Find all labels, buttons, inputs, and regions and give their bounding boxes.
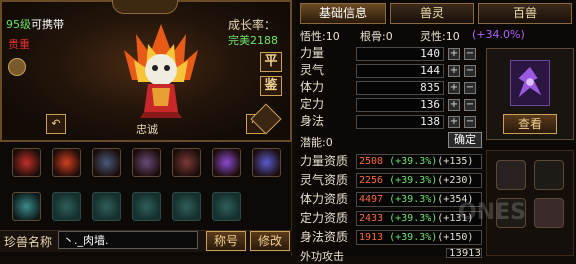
tiger-skill-icon[interactable]: [12, 192, 41, 221]
shadow-skill-icon[interactable]: [172, 148, 201, 177]
aptitude-bonus: (+150): [437, 232, 474, 243]
empty-slot-icon[interactable]: [172, 192, 201, 221]
aptitude-percent: (+39.3%): [383, 232, 438, 243]
aptitude-label: 力量资质: [300, 154, 349, 168]
potential-points: 潜能:0: [300, 136, 333, 149]
equipment-slot-icon[interactable]: [496, 160, 526, 190]
decrease-button[interactable]: −: [464, 65, 476, 77]
tab-beast-spirit[interactable]: 兽灵: [390, 3, 474, 24]
attribute-label: 定力: [300, 97, 325, 111]
attribute-value: 138: [356, 115, 444, 129]
title-button[interactable]: 称号: [206, 231, 246, 251]
confirm-button[interactable]: 确定: [448, 132, 482, 148]
aptitude-percent: (+39.3%): [383, 156, 438, 167]
view-button[interactable]: 查看: [503, 114, 557, 134]
increase-button[interactable]: +: [448, 99, 460, 111]
aptitude-label: 身法资质: [300, 230, 349, 244]
claw-skill-icon[interactable]: [252, 148, 281, 177]
decrease-button[interactable]: −: [464, 99, 476, 111]
aptitude-percent: (+39.3%): [383, 194, 438, 205]
aptitude-value: 2508 (+39.3%)(+135): [356, 154, 482, 169]
increase-button[interactable]: +: [448, 65, 460, 77]
spirituality-bonus: (+34.0%): [472, 28, 525, 41]
increase-button[interactable]: +: [448, 82, 460, 94]
pet-name-input[interactable]: [58, 231, 198, 249]
empty-slot-icon[interactable]: [92, 192, 121, 221]
increase-button[interactable]: +: [448, 116, 460, 128]
aptitude-percent: (+39.3%): [383, 213, 438, 224]
bag-icon[interactable]: [8, 58, 26, 76]
pet-name-label: 珍兽名称: [4, 235, 53, 249]
demon-skill-icon[interactable]: [132, 148, 161, 177]
outer-attack-label: 外功攻击: [300, 250, 344, 263]
spirit-card-icon: [510, 60, 550, 106]
tab-hundred-beasts[interactable]: 百兽: [478, 3, 572, 24]
appraise-button[interactable]: 鉴: [260, 76, 282, 96]
aptitude-label: 灵气资质: [300, 173, 349, 187]
growth-label: 成长率：: [228, 18, 277, 32]
aptitude-value: 1913 (+39.3%)(+150): [356, 230, 482, 245]
pet-sprite: [124, 24, 198, 118]
attribute-value: 136: [356, 98, 444, 112]
attribute-label: 身法: [300, 114, 325, 128]
empty-slot-icon[interactable]: [132, 192, 161, 221]
outer-attack-value: 13913: [446, 248, 482, 259]
attribute-label: 灵气: [300, 63, 325, 77]
aptitude-percent: (+39.3%): [383, 175, 438, 186]
equipment-slot-icon[interactable]: [534, 198, 564, 228]
empty-slot-icon[interactable]: [212, 192, 241, 221]
pet-level: 95级: [6, 18, 31, 31]
fire-skill-icon[interactable]: [12, 148, 41, 177]
root-bone-value: 根骨:0: [360, 30, 393, 43]
pet-rarity: 贵重: [8, 38, 30, 51]
rotate-left-button[interactable]: ↶: [46, 114, 66, 134]
decrease-button[interactable]: −: [464, 82, 476, 94]
attribute-label: 体力: [300, 80, 325, 94]
bow-skill-icon[interactable]: [52, 148, 81, 177]
aptitude-label: 体力资质: [300, 192, 349, 206]
aptitude-base: 2433: [359, 213, 384, 224]
attribute-value: 144: [356, 64, 444, 78]
empty-slot-icon[interactable]: [52, 192, 81, 221]
spirituality-value: 灵性:10: [420, 30, 460, 43]
aptitude-base: 4497: [359, 194, 384, 205]
attribute-value: 835: [356, 81, 444, 95]
equipment-slot-icon[interactable]: [534, 160, 564, 190]
attribute-value: 140: [356, 47, 444, 61]
watermark: ONES: [458, 200, 526, 225]
aptitude-label: 定力资质: [300, 211, 349, 225]
decrease-button[interactable]: −: [464, 116, 476, 128]
aptitude-value: 2256 (+39.3%)(+230): [356, 173, 482, 188]
tab-basic-info[interactable]: 基础信息: [300, 3, 386, 24]
aptitude-base: 2508: [359, 156, 384, 167]
pet-carry-status: 可携带: [31, 18, 64, 31]
decrease-button[interactable]: −: [464, 48, 476, 60]
aptitude-base: 2256: [359, 175, 384, 186]
attribute-label: 力量: [300, 46, 325, 60]
pet-level-line: 95级可携带: [6, 16, 64, 32]
aptitude-base: 1913: [359, 232, 384, 243]
aptitude-bonus: (+230): [437, 175, 474, 186]
savvy-value: 悟性:10: [300, 30, 340, 43]
increase-button[interactable]: +: [448, 48, 460, 60]
appraise-flat-button[interactable]: 平: [260, 52, 282, 72]
modify-button[interactable]: 修改: [250, 231, 290, 251]
growth-value: 完美2188: [228, 34, 278, 47]
lightning-skill-icon[interactable]: [212, 148, 241, 177]
top-ornament: [112, 0, 178, 14]
pet-title: 忠诚: [136, 123, 158, 136]
aptitude-bonus: (+135): [437, 156, 474, 167]
skull-skill-icon[interactable]: [92, 148, 121, 177]
